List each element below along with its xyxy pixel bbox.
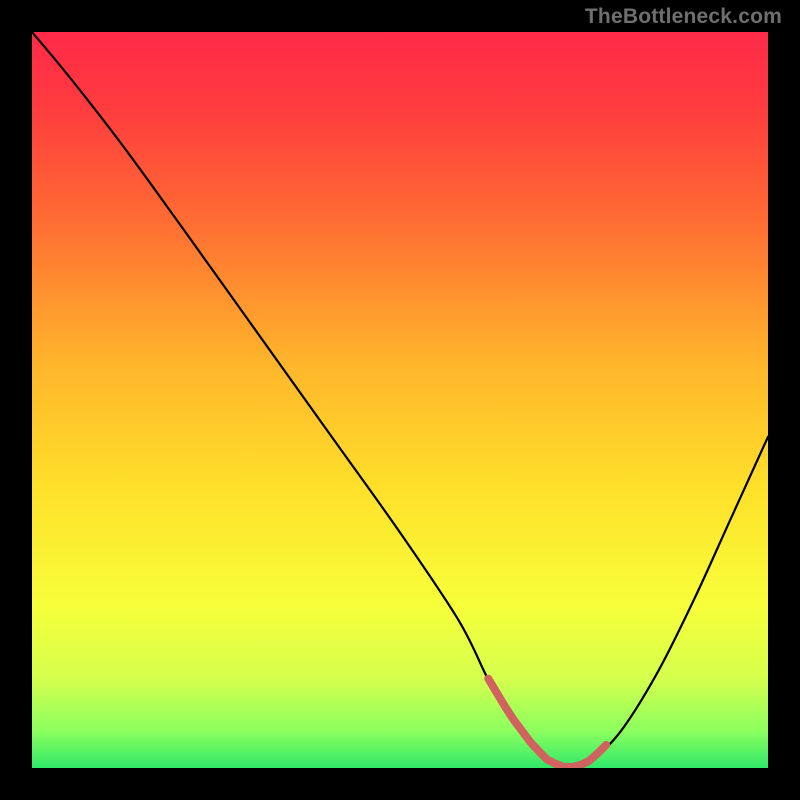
bottleneck-chart [32, 32, 768, 768]
chart-frame: TheBottleneck.com [0, 0, 800, 800]
gradient-background [32, 32, 768, 768]
plot-area [32, 32, 768, 768]
watermark-text: TheBottleneck.com [585, 6, 782, 27]
